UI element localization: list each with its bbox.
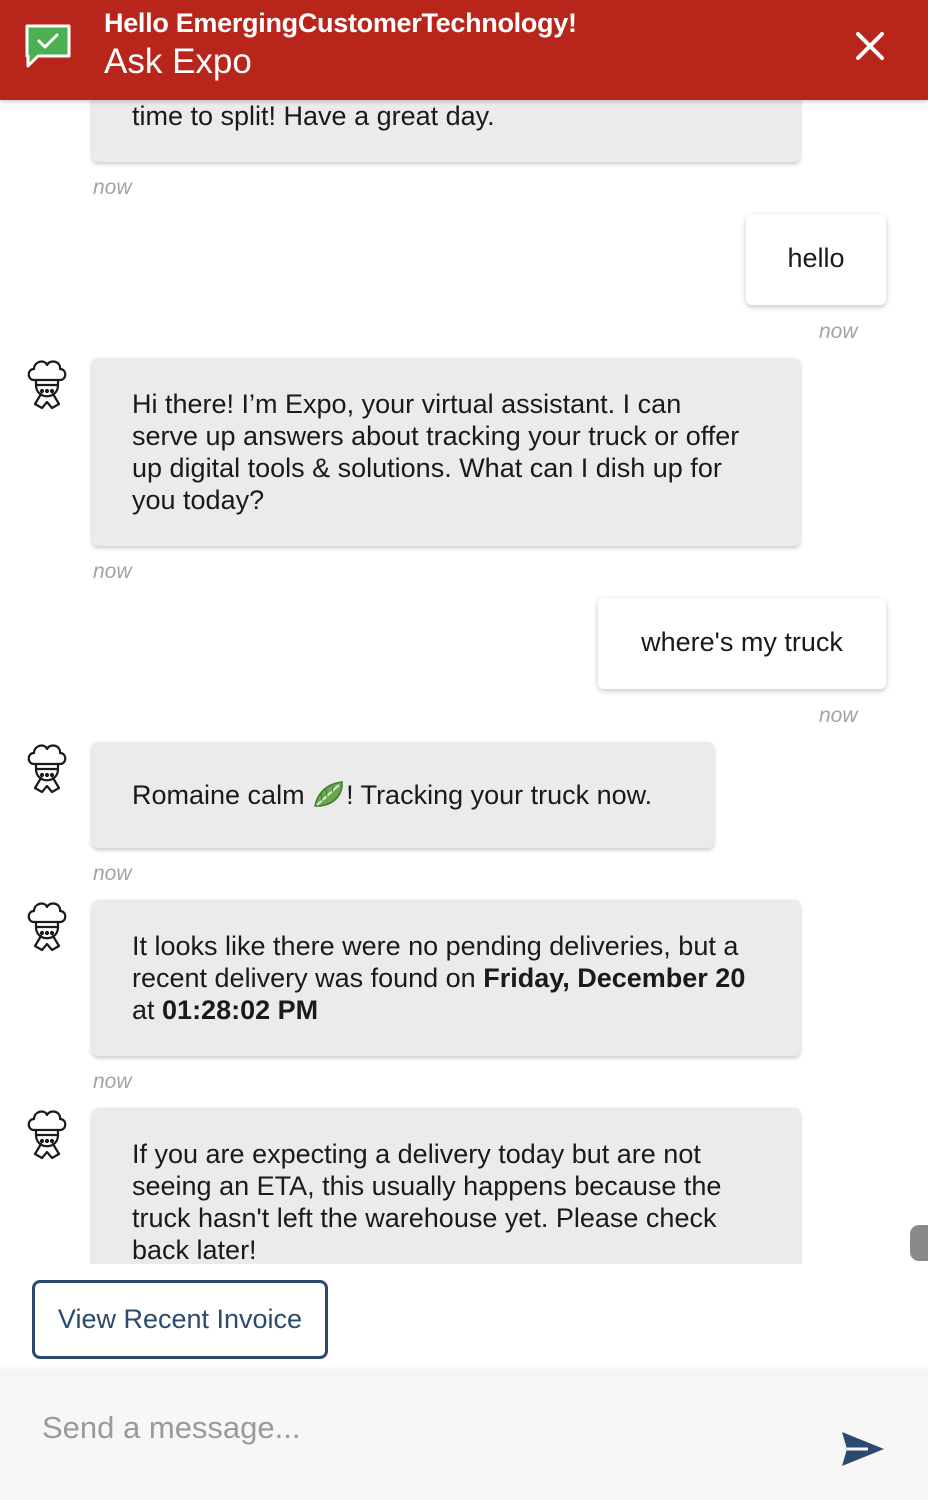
message-timestamp: now xyxy=(93,862,132,885)
message-text: Romaine calm xyxy=(132,780,313,810)
user-message: hello xyxy=(746,214,886,305)
composer-divider xyxy=(0,1362,928,1376)
chef-avatar-icon xyxy=(27,902,67,952)
view-recent-invoice-button[interactable]: View Recent Invoice xyxy=(32,1280,328,1359)
bot-message: time to split! Have a great day. xyxy=(92,100,800,162)
bot-message: Hi there! I’m Expo, your virtual assista… xyxy=(92,358,800,546)
message-text: hello xyxy=(787,243,845,273)
message-text: If you are expecting a delivery today bu… xyxy=(132,1139,722,1264)
user-message: where's my truck xyxy=(598,598,886,689)
message-text: where's my truck xyxy=(641,627,843,657)
scrollbar-thumb[interactable] xyxy=(910,1225,928,1261)
message-input[interactable] xyxy=(40,1402,804,1454)
message-timestamp: now xyxy=(93,176,132,199)
message-timestamp: now xyxy=(93,560,132,583)
quick-reply-label: View Recent Invoice xyxy=(57,1304,303,1334)
message-text-mid: at xyxy=(132,995,163,1025)
chef-avatar-icon xyxy=(27,1110,67,1160)
message-composer xyxy=(0,1376,928,1500)
message-timestamp: now xyxy=(93,1070,132,1093)
header-greeting: Hello EmergingCustomerTechnology! xyxy=(104,8,577,38)
bot-message: If you are expecting a delivery today bu… xyxy=(92,1108,800,1264)
chat-check-icon xyxy=(25,24,71,68)
leafy-green-emoji xyxy=(314,781,343,807)
bot-message: Romaine calm ! Tracking your truck now. xyxy=(92,742,714,848)
chef-avatar-icon xyxy=(27,360,67,410)
close-icon[interactable] xyxy=(848,24,892,68)
header-title: Ask Expo xyxy=(104,42,252,81)
delivery-date: Friday, December 20 xyxy=(483,963,746,993)
delivery-time: 01:28:02 PM xyxy=(162,995,319,1025)
message-timestamp: now xyxy=(819,704,858,727)
bot-message: It looks like there were no pending deli… xyxy=(92,900,800,1056)
chef-avatar-icon xyxy=(27,744,67,794)
chat-header: Hello EmergingCustomerTechnology! Ask Ex… xyxy=(0,0,928,100)
message-text-rest: ! Tracking your truck now. xyxy=(346,780,653,810)
send-icon[interactable] xyxy=(838,1428,886,1470)
message-list[interactable]: time to split! Have a great day. now hel… xyxy=(0,100,928,1264)
message-text: time to split! Have a great day. xyxy=(132,101,495,131)
message-text: Hi there! I’m Expo, your virtual assista… xyxy=(132,389,740,515)
message-timestamp: now xyxy=(819,320,858,343)
